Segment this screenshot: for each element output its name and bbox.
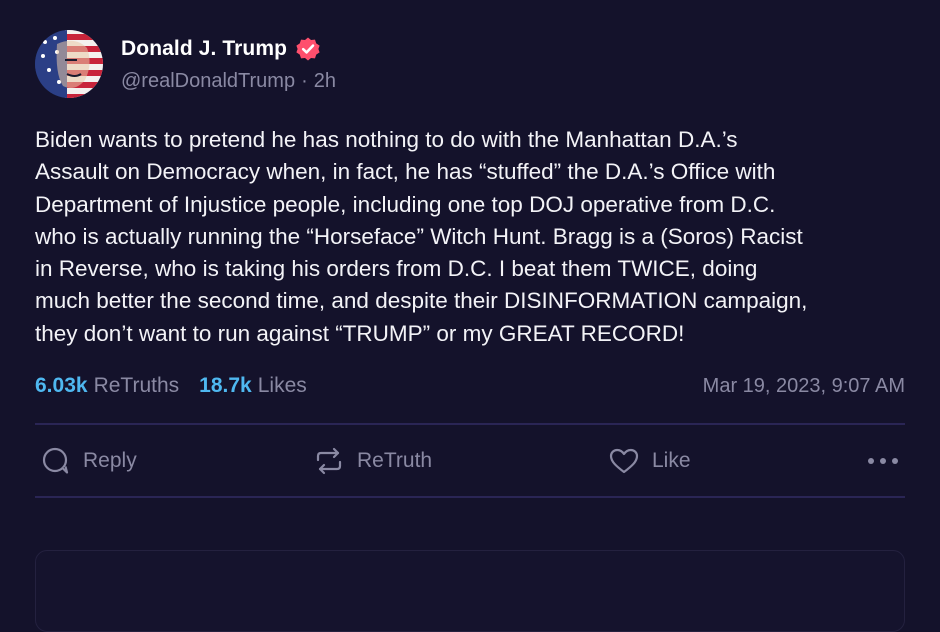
- ellipsis-icon: [865, 455, 901, 467]
- action-bar: Reply ReTruth Like: [35, 440, 905, 482]
- time-ago[interactable]: 2h: [314, 70, 336, 93]
- separator-dot: ·: [301, 69, 308, 92]
- truth-post: Donald J. Trump @realDonaldTrump · 2h Bi…: [0, 0, 940, 632]
- author-names: Donald J. Trump @realDonaldTrump · 2h: [121, 32, 336, 96]
- post-stats: 6.03k ReTruths 18.7k Likes Mar 19, 2023, 9…: [35, 369, 905, 403]
- likes-label: Likes: [257, 374, 307, 397]
- post-body-text: Biden wants to pretend he has nothing to…: [35, 127, 808, 346]
- retruth-button[interactable]: ReTruth: [313, 440, 432, 482]
- avatar-image: [35, 30, 103, 98]
- reply-composer[interactable]: [35, 550, 905, 632]
- speech-bubble-icon: [41, 446, 71, 476]
- divider: [35, 423, 905, 425]
- display-name[interactable]: Donald J. Trump: [121, 37, 287, 61]
- repost-arrows-icon: [313, 446, 345, 476]
- reply-button[interactable]: Reply: [41, 440, 137, 482]
- likes-count: 18.7k: [199, 374, 252, 397]
- retruths-label: ReTruths: [93, 374, 180, 397]
- avatar[interactable]: [35, 30, 103, 98]
- more-options-button[interactable]: [865, 440, 901, 482]
- retruths-stat[interactable]: 6.03k ReTruths: [35, 374, 179, 398]
- likes-stat[interactable]: 18.7k Likes: [199, 374, 307, 398]
- verified-badge-icon: [295, 36, 321, 62]
- display-name-row: Donald J. Trump: [121, 32, 336, 66]
- post-timestamp: Mar 19, 2023, 9:07 AM: [702, 374, 905, 397]
- heart-icon: [608, 446, 640, 476]
- retruths-count: 6.03k: [35, 374, 88, 397]
- handle-row: @realDonaldTrump · 2h: [121, 66, 336, 96]
- post-header: Donald J. Trump @realDonaldTrump · 2h: [35, 30, 336, 98]
- reply-label: Reply: [83, 449, 137, 472]
- like-label: Like: [652, 449, 691, 472]
- divider: [35, 496, 905, 498]
- user-handle[interactable]: @realDonaldTrump: [121, 70, 295, 93]
- like-button[interactable]: Like: [608, 440, 691, 482]
- retruth-label: ReTruth: [357, 449, 433, 472]
